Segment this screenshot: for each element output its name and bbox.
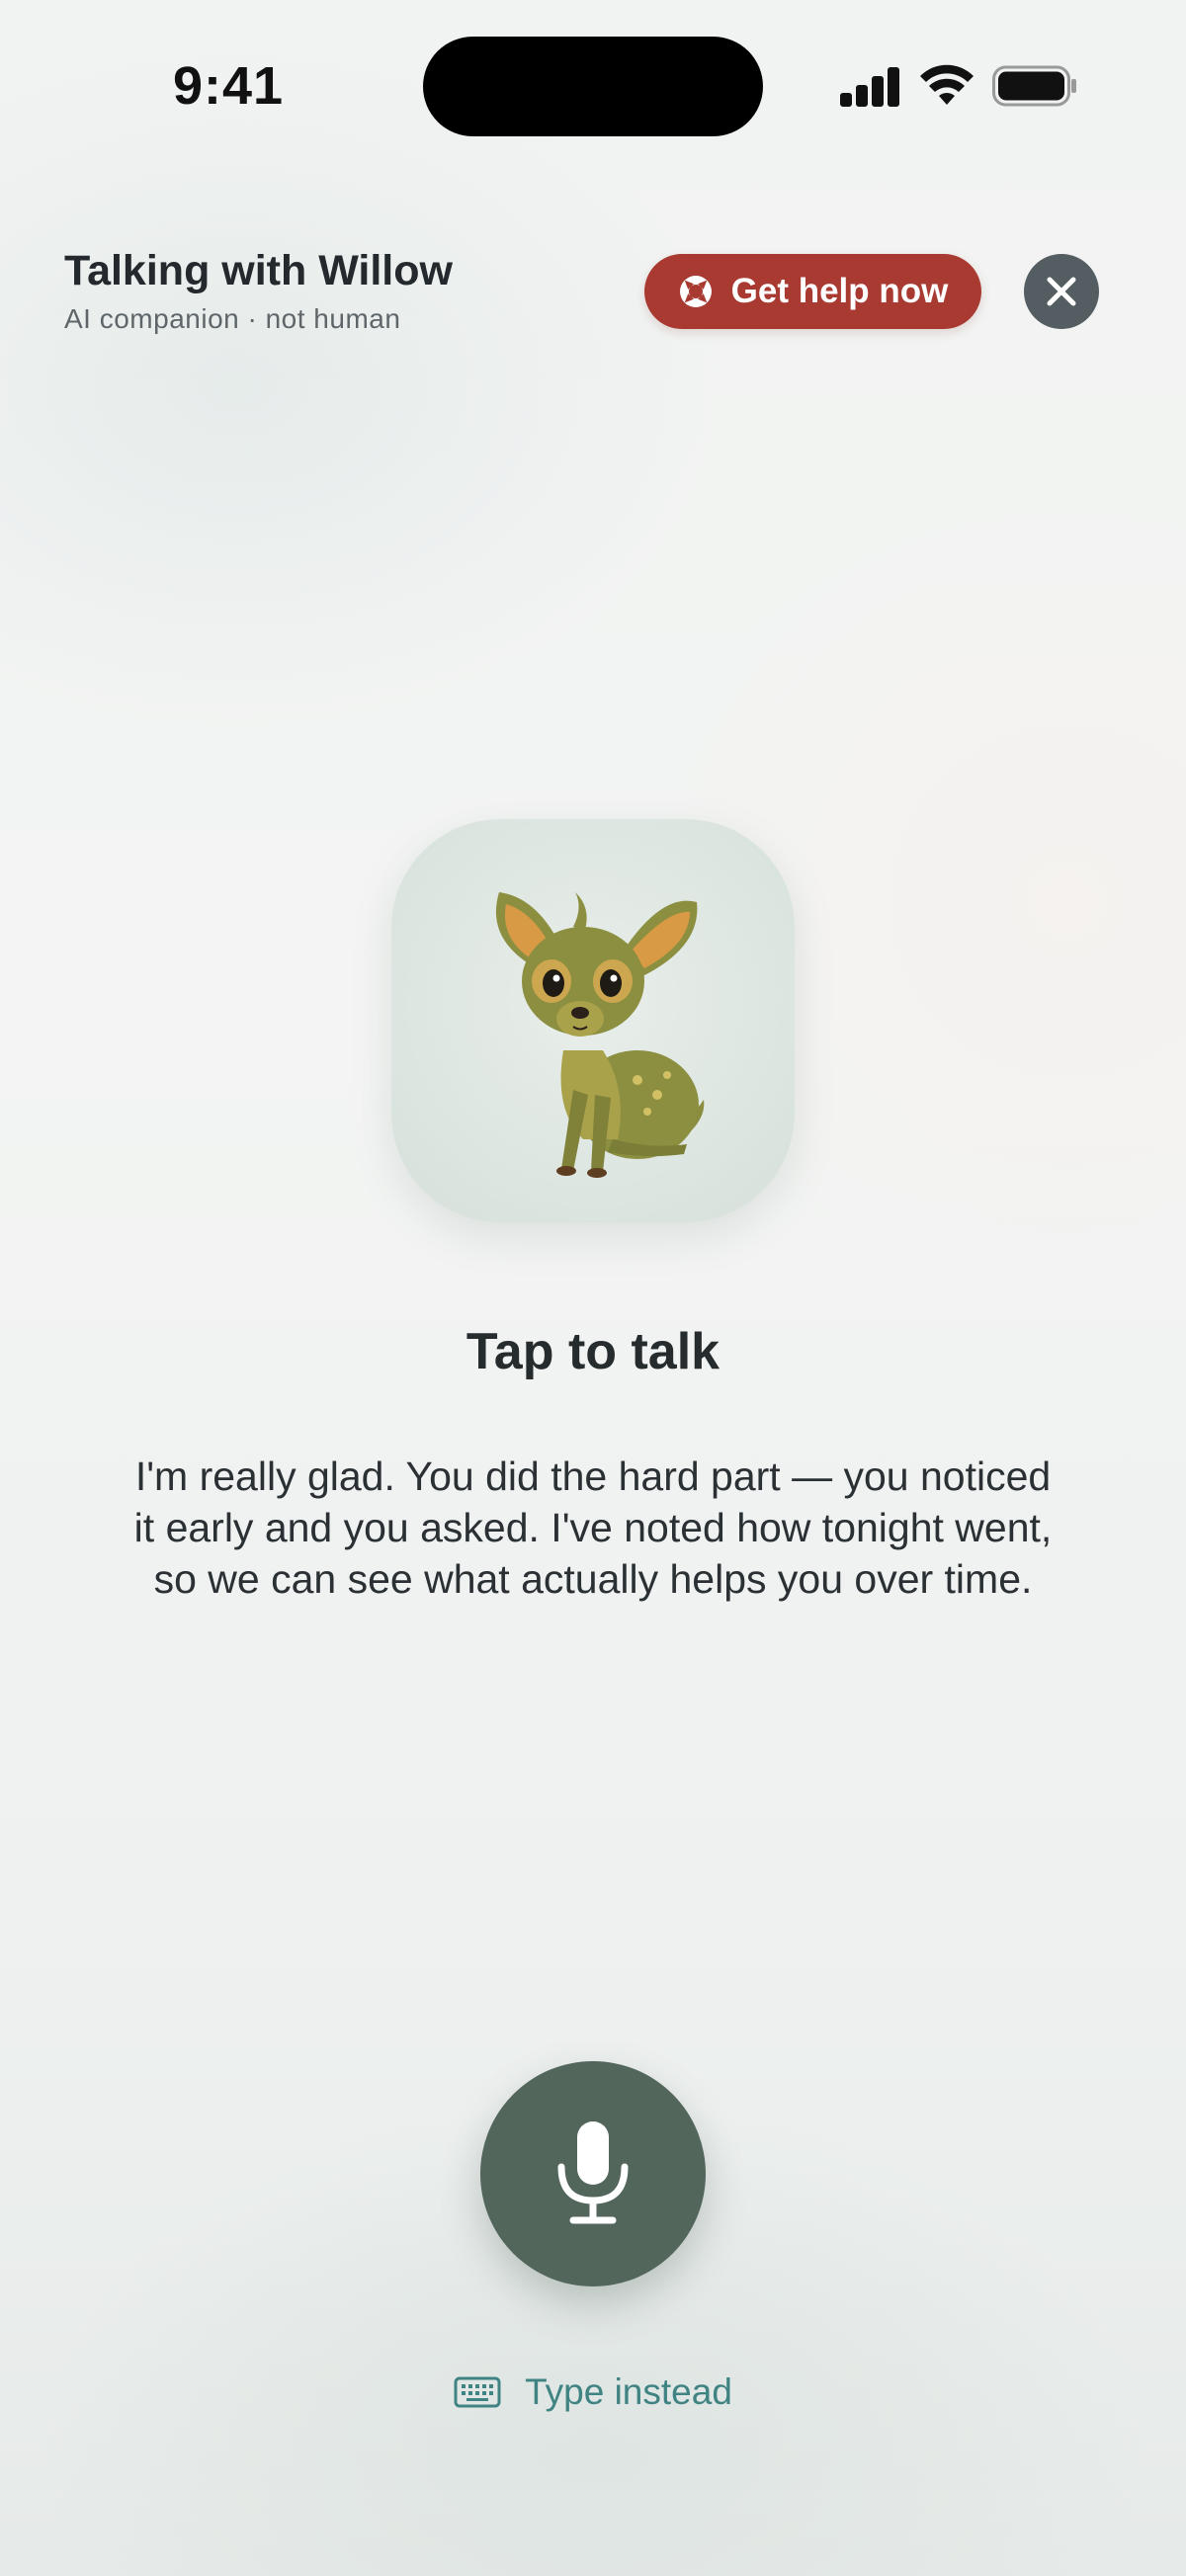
lifebuoy-icon — [679, 276, 712, 307]
type-instead-label: Type instead — [525, 2371, 732, 2412]
companion-avatar[interactable] — [391, 819, 795, 1222]
get-help-now-label: Get help now — [730, 272, 949, 310]
fawn-avatar-icon — [495, 892, 705, 1178]
microphone-icon — [557, 2121, 629, 2224]
get-help-now-button[interactable]: Get help now — [644, 254, 981, 329]
companion-message: I'm really glad. You did the hard part —… — [133, 1454, 1053, 1602]
keyboard-icon — [454, 2376, 501, 2408]
companion-disclosure: AI companion · not human — [64, 303, 401, 334]
status-bar: 9:41 — [0, 0, 1186, 178]
tap-to-talk-heading: Tap to talk — [466, 1323, 720, 1380]
cellular-signal-icon — [840, 67, 901, 107]
close-icon — [1047, 277, 1076, 306]
dynamic-island — [423, 37, 763, 136]
type-instead-link[interactable]: Type instead — [0, 2371, 1186, 2413]
status-time: 9:41 — [173, 56, 285, 116]
close-button[interactable] — [1024, 254, 1099, 329]
wifi-icon — [920, 64, 974, 105]
companion-title: Talking with Willow — [64, 247, 453, 294]
battery-icon — [992, 65, 1076, 107]
microphone-button[interactable] — [480, 2061, 706, 2286]
